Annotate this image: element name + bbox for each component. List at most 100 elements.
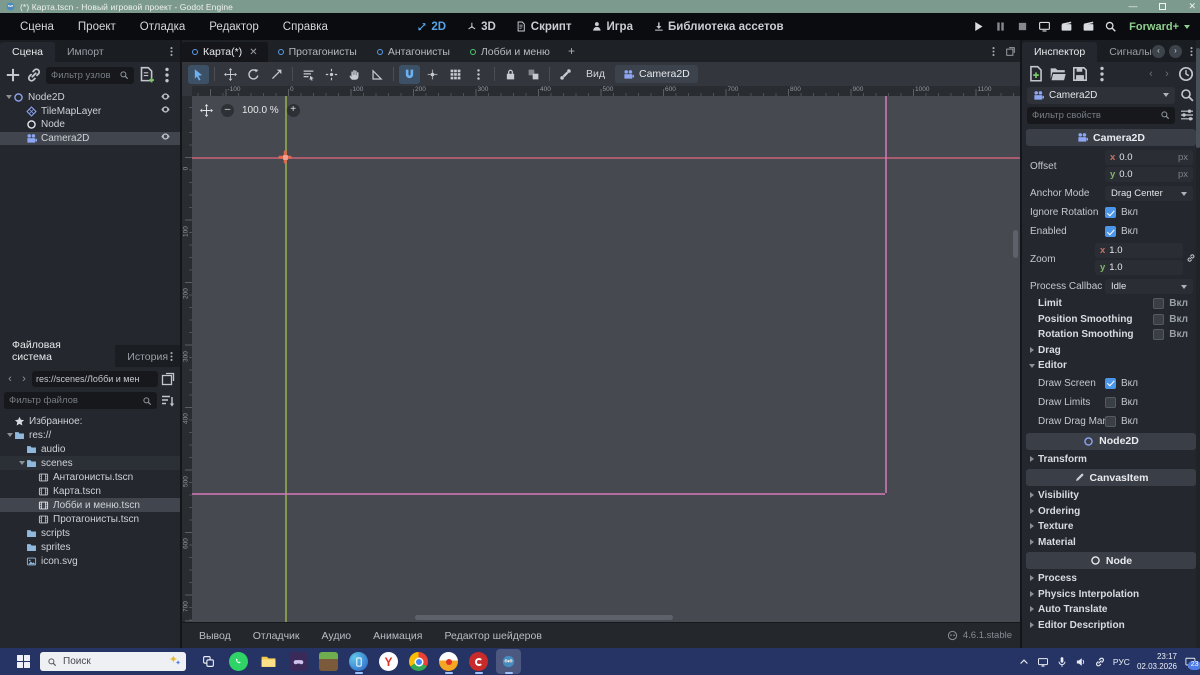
next-object-button[interactable]: › xyxy=(1169,44,1182,58)
accessibility-icon[interactable] xyxy=(1094,656,1106,668)
pan-tool[interactable] xyxy=(344,65,365,84)
list-select-tool[interactable] xyxy=(298,65,319,84)
scene-tab-Протагонисты[interactable]: Протагонисты xyxy=(268,42,367,62)
stop-button[interactable] xyxy=(1011,17,1033,37)
property-position-smoothing[interactable]: Position Smoothing Вкл xyxy=(1026,312,1196,328)
snap-options[interactable] xyxy=(445,65,466,84)
nav-back-button[interactable]: ‹ xyxy=(4,373,16,385)
property-tools-button[interactable] xyxy=(1179,106,1195,124)
tab-Файловая система[interactable]: Файловая система xyxy=(0,335,116,367)
path-input[interactable]: res://scenes/Лобби и мен xyxy=(32,370,158,387)
property-texture[interactable]: Texture xyxy=(1026,519,1196,535)
network-icon[interactable] xyxy=(1037,656,1049,668)
movie-maker-button[interactable] xyxy=(1055,17,1077,37)
scene-tree-menu-button[interactable] xyxy=(158,66,176,84)
taskbar-app-yandex-browser[interactable]: Y xyxy=(376,649,401,674)
scene-tab-Лобби и меню[interactable]: Лобби и меню xyxy=(460,42,560,62)
inspector-scrollbar[interactable] xyxy=(1196,40,1200,648)
link-values-icon[interactable] xyxy=(1186,253,1196,266)
tab-Сцена[interactable]: Сцена xyxy=(0,42,55,62)
instance-scene-button[interactable] xyxy=(25,66,43,84)
save-resource-button[interactable] xyxy=(1071,65,1089,83)
new-resource-button[interactable] xyxy=(1027,65,1045,83)
camera2d-context-button[interactable]: Camera2D xyxy=(615,65,698,83)
new-scene-tab-button[interactable]: + xyxy=(560,40,583,62)
bottom-panel-Отладчик[interactable]: Отладчик xyxy=(242,630,311,642)
menu-Справка[interactable]: Справка xyxy=(271,17,340,37)
taskbar-app-game[interactable] xyxy=(286,649,311,674)
vertical-scrollbar[interactable] xyxy=(1013,96,1018,622)
pause-button[interactable] xyxy=(989,17,1011,37)
property-material[interactable]: Material xyxy=(1026,535,1196,551)
history-back-button[interactable]: ‹ xyxy=(1145,68,1157,80)
scene-tab-Антагонисты[interactable]: Антагонисты xyxy=(367,42,460,62)
skeleton-options[interactable] xyxy=(555,65,576,84)
tab-Инспектор[interactable]: Инспектор xyxy=(1022,42,1098,62)
attach-script-button[interactable] xyxy=(137,66,155,84)
load-resource-button[interactable] xyxy=(1049,65,1067,83)
visibility-eye-icon[interactable] xyxy=(160,91,175,105)
object-history-button[interactable] xyxy=(1177,65,1195,83)
scene-node-Camera2D[interactable]: Camera2D xyxy=(0,131,180,145)
zoom-in-button[interactable]: + xyxy=(286,104,300,117)
open-docs-button[interactable] xyxy=(1179,86,1195,104)
speaker-icon[interactable] xyxy=(1075,656,1087,668)
workspace-3D[interactable]: 3D xyxy=(458,18,504,36)
scene-tab-Карта(*)[interactable]: Карта(*) ✕ xyxy=(182,42,268,62)
menu-Отладка[interactable]: Отладка xyxy=(128,17,197,37)
property-limit[interactable]: Limit Вкл xyxy=(1026,296,1196,312)
select-tool[interactable] xyxy=(188,64,209,84)
property-rotation-smoothing[interactable]: Rotation Smoothing Вкл xyxy=(1026,327,1196,343)
property-ordering[interactable]: Ordering xyxy=(1026,504,1196,520)
zoom-level[interactable]: 100.0 % xyxy=(242,105,279,116)
bottom-panel-Анимация[interactable]: Анимация xyxy=(362,630,433,642)
movie-writer-button[interactable] xyxy=(1077,17,1099,37)
taskbar-search-input[interactable]: Поиск ✦ ✦ xyxy=(40,652,186,671)
prev-object-button[interactable]: ‹ xyxy=(1152,44,1165,58)
checkbox[interactable] xyxy=(1153,298,1165,310)
remote-debug-button[interactable] xyxy=(1033,17,1055,37)
property-drag[interactable]: Drag xyxy=(1026,343,1196,359)
language-indicator[interactable]: РУС xyxy=(1113,657,1130,667)
edit-pivot-tool[interactable] xyxy=(321,65,342,84)
checkbox[interactable] xyxy=(1105,207,1116,218)
scene-node-Node2D[interactable]: Node2D xyxy=(0,91,180,105)
workspace-Скрипт[interactable]: Скрипт xyxy=(508,18,580,36)
section-Node[interactable]: Node xyxy=(1026,552,1196,569)
checkbox[interactable] xyxy=(1153,329,1165,341)
nav-forward-button[interactable]: › xyxy=(18,373,30,385)
checkbox[interactable] xyxy=(1105,226,1116,237)
profiler-button[interactable] xyxy=(1099,17,1121,37)
taskbar-app-phone-link[interactable] xyxy=(346,649,371,674)
snap-menu[interactable] xyxy=(468,65,489,84)
file-item-Карта.tscn[interactable]: Карта.tscn xyxy=(0,484,180,498)
checkbox[interactable] xyxy=(1105,377,1116,389)
play-button[interactable] xyxy=(967,17,989,37)
viewport-2d[interactable]: -100 0 100 200 300 400 500 600 700 800 900 1000 1100… xyxy=(182,86,1020,622)
section-Camera2D[interactable]: Camera2D xyxy=(1026,129,1196,146)
ruler-tool[interactable] xyxy=(367,65,388,84)
file-item-icon.svg[interactable]: icon.svg xyxy=(0,554,180,568)
property-auto-translate[interactable]: Auto Translate xyxy=(1026,602,1196,618)
taskbar-app-task-view[interactable] xyxy=(196,649,221,674)
menu-Редактор[interactable]: Редактор xyxy=(197,17,271,37)
lock-node-button[interactable] xyxy=(500,65,521,84)
taskbar-app-minecraft[interactable] xyxy=(316,649,341,674)
property-editor-description[interactable]: Editor Description xyxy=(1026,618,1196,634)
taskbar-app-explorer[interactable] xyxy=(256,649,281,674)
menu-Проект[interactable]: Проект xyxy=(66,17,128,37)
renderer-select[interactable]: Forward+ xyxy=(1123,21,1196,33)
taskbar-app-godot[interactable] xyxy=(496,649,521,674)
close-button[interactable]: ✕ xyxy=(1188,0,1196,13)
taskbar-app-whatsapp[interactable] xyxy=(226,649,251,674)
zoom-out-button[interactable]: – xyxy=(221,104,234,117)
move-tool[interactable] xyxy=(220,65,241,84)
restore-button[interactable] xyxy=(1159,3,1167,10)
menu-Сцена[interactable]: Сцена xyxy=(8,17,66,37)
minimize-button[interactable]: — xyxy=(1128,0,1137,13)
taskbar-app-opera-red[interactable] xyxy=(466,649,491,674)
checkbox[interactable] xyxy=(1153,313,1165,325)
file-item-res://[interactable]: res:// xyxy=(0,428,180,442)
bottom-panel-Редактор шейдеров[interactable]: Редактор шейдеров xyxy=(433,630,552,642)
property-process[interactable]: Process xyxy=(1026,571,1196,587)
